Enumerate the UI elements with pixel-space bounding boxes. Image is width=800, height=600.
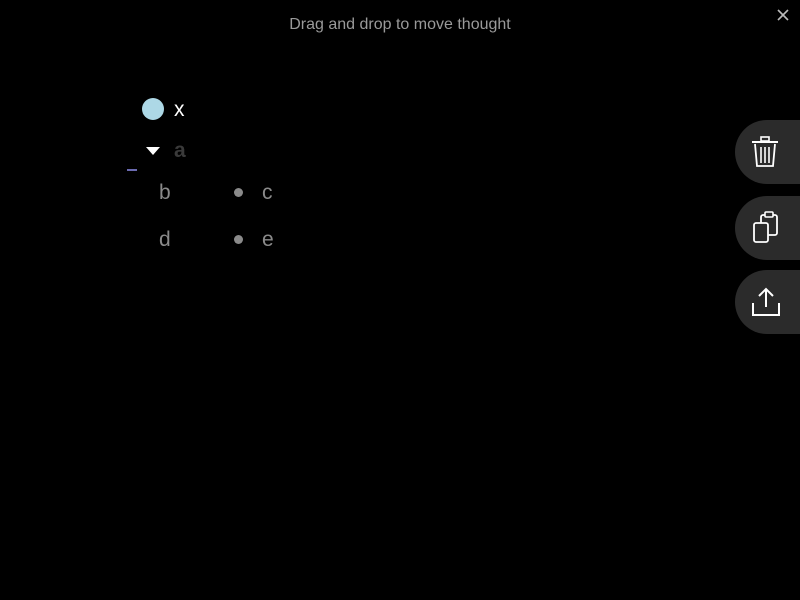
thought-a-dragging[interactable]: a	[146, 140, 186, 161]
thought-b[interactable]: b	[159, 182, 171, 203]
export-drop-target-button[interactable]	[735, 270, 800, 334]
thought-label[interactable]: e	[262, 229, 274, 250]
thought-bullet[interactable]	[234, 235, 243, 244]
thought-label[interactable]: d	[159, 229, 171, 250]
share-export-icon	[752, 287, 780, 316]
thought-label[interactable]: x	[174, 99, 185, 120]
close-button[interactable]	[774, 6, 792, 24]
trash-icon	[752, 136, 778, 167]
thought-label[interactable]: b	[159, 182, 171, 203]
clipboard-copy-icon	[753, 211, 778, 243]
copy-drop-target-button[interactable]	[735, 196, 800, 260]
close-icon	[777, 9, 789, 21]
drop-target-indicator	[127, 169, 137, 171]
drag-drop-screen: Drag and drop to move thought x a b d c …	[0, 0, 800, 600]
thought-c[interactable]: c	[234, 182, 273, 203]
thought-bullet[interactable]	[234, 188, 243, 197]
thought-label[interactable]: a	[174, 140, 186, 161]
drag-hint-text: Drag and drop to move thought	[289, 16, 511, 33]
thought-label[interactable]: c	[262, 182, 273, 203]
delete-drop-target-button[interactable]	[735, 120, 800, 184]
thought-e[interactable]: e	[234, 229, 274, 250]
thought-bullet[interactable]	[142, 98, 164, 120]
thought-x[interactable]: x	[142, 98, 185, 120]
expand-caret-icon[interactable]	[146, 146, 160, 155]
thought-d[interactable]: d	[159, 229, 171, 250]
